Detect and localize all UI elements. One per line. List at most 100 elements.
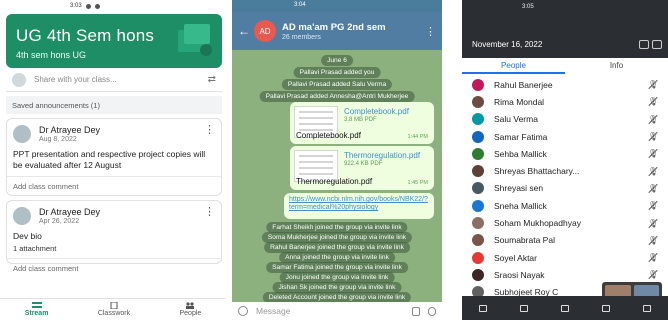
mic-muted-icon: 🎙: [647, 80, 659, 90]
mic-muted-icon: 🎙: [647, 132, 659, 142]
tab-people[interactable]: People: [180, 302, 201, 317]
tab-people[interactable]: People: [462, 58, 565, 74]
avatar: [472, 78, 484, 91]
participant-name: Shreyasi sen: [494, 183, 544, 194]
participant-row[interactable]: Sneha Mallick 🎙: [462, 197, 668, 214]
participant-name: Shreyas Bhattachary...: [494, 166, 580, 177]
mic-muted-icon: 🎙: [647, 183, 659, 193]
mic-muted-icon: 🎙: [647, 149, 659, 159]
avatar: [472, 130, 484, 143]
share-icon[interactable]: [639, 40, 649, 49]
attachment-count[interactable]: 1 attachment: [7, 244, 221, 258]
message-time: 1:44 PM: [407, 134, 428, 140]
participant-row[interactable]: Rima Mondal 🎙: [462, 93, 668, 110]
participant-row[interactable]: Soyel Aktar 🎙: [462, 249, 668, 266]
participant-name: Salu Verma: [494, 114, 538, 125]
tab-label: Classwork: [97, 310, 131, 317]
file-caption: Thermoregulation.pdf: [296, 177, 373, 186]
people-icon: [519, 304, 528, 312]
avatar: [472, 251, 484, 264]
attach-icon[interactable]: [412, 306, 420, 316]
group-name[interactable]: AD ma'am PG 2nd sem: [282, 22, 386, 33]
participant-row[interactable]: Sraosi Nayak 🎙: [462, 266, 668, 283]
participant-row[interactable]: Samar Fatima 🎙: [462, 128, 668, 145]
file-caption: Completebook.pdf: [296, 131, 361, 140]
emoji-icon[interactable]: [238, 306, 248, 316]
participant-row[interactable]: Soham Mukhopadhyay 🎙: [462, 214, 668, 231]
back-arrow-icon[interactable]: ←: [238, 24, 254, 38]
share-control[interactable]: [478, 304, 487, 312]
people-icon: [186, 302, 195, 309]
mic-muted-icon: 🎙: [647, 235, 659, 245]
status-bar: 3:03: [0, 0, 226, 10]
microphone-icon[interactable]: [428, 306, 436, 316]
tab-label: Stream: [24, 310, 49, 317]
message-input-bar[interactable]: Message: [232, 302, 442, 320]
participant-row[interactable]: Soumabrata Pal 🎙: [462, 232, 668, 249]
file-message[interactable]: Completebook.pdf 3.8 MB PDF Completebook…: [290, 102, 434, 144]
announcement-card[interactable]: Dr Atrayee Dey Aug 8, 2022 ⋮ PPT present…: [6, 118, 222, 196]
avatar: [472, 234, 484, 247]
mic-muted-icon: 🎙: [647, 166, 659, 176]
avatar: [472, 268, 484, 281]
saved-announcements[interactable]: Saved announcements (1): [6, 96, 222, 114]
chat-header: ← AD AD ma'am PG 2nd sem 26 members ⋮: [232, 12, 442, 50]
message-time: 1:45 PM: [407, 180, 428, 186]
participants-control[interactable]: [519, 304, 528, 312]
bottom-navigation: Stream Classwork People: [0, 298, 226, 320]
class-banner[interactable]: UG 4th Sem hons 4th sem hons UG: [6, 14, 222, 68]
meeting-header: 3:05 November 16, 2022: [462, 0, 668, 58]
participant-name: Sehba Mallick: [494, 148, 547, 159]
notification-icon: [94, 3, 100, 9]
tab-info[interactable]: Info: [565, 58, 668, 74]
participant-row[interactable]: Sehba Mallick 🎙: [462, 145, 668, 162]
participant-name: Rahul Banerjee: [494, 79, 553, 90]
share-with-class-input[interactable]: Share with your class... ⇄: [6, 68, 222, 92]
participant-row[interactable]: Shreyasi sen 🎙: [462, 180, 668, 197]
file-message[interactable]: Thermoregulation.pdf 922.4 KB PDF Thermo…: [290, 146, 434, 190]
file-name[interactable]: Completebook.pdf: [344, 107, 409, 116]
avatar: [472, 113, 484, 126]
stream-icon: [31, 302, 42, 308]
add-class-comment[interactable]: Add class comment: [7, 176, 221, 196]
link-message[interactable]: https://www.ncbi.nlm.nih.gov/books/NBK22…: [284, 193, 434, 219]
screenshot-collage: 3:03 UG 4th Sem hons 4th sem hons UG Sha…: [0, 0, 668, 320]
chat-icon: [560, 304, 569, 312]
apps-control[interactable]: [602, 304, 611, 312]
more-options-icon[interactable]: ⋮: [425, 25, 436, 38]
service-message: Pallavi Prasad added Salu Verma: [281, 79, 393, 90]
apps-icon: [602, 304, 611, 312]
mic-muted-icon: 🎙: [647, 97, 659, 107]
more-control[interactable]: [643, 304, 652, 312]
participant-row[interactable]: Salu Verma 🎙: [462, 111, 668, 128]
participant-row[interactable]: Rahul Banerjee 🎙: [462, 76, 668, 93]
participant-row[interactable]: Shreyas Bhattachary... 🎙: [462, 162, 668, 179]
mic-muted-icon: 🎙: [647, 218, 659, 228]
share-placeholder: Share with your class...: [34, 75, 117, 84]
mic-muted-icon: 🎙: [647, 201, 659, 211]
announcement-card[interactable]: Dr Atrayee Dey Apr 26, 2022 ⋮ Dev bio 1 …: [6, 200, 222, 273]
file-name[interactable]: Thermoregulation.pdf: [344, 151, 420, 160]
add-class-comment[interactable]: Add class comment: [7, 258, 221, 278]
message-input[interactable]: Message: [256, 306, 404, 316]
more-options-icon[interactable]: ⋮: [204, 125, 215, 143]
more-options-icon[interactable]: ⋮: [204, 207, 215, 225]
avatar: [472, 199, 484, 212]
avatar: [472, 165, 484, 178]
avatar: [472, 217, 484, 230]
settings-icon[interactable]: [652, 40, 662, 49]
tab-stream[interactable]: Stream: [24, 302, 49, 317]
participant-list: Rahul Banerjee 🎙 Rima Mondal 🎙 Salu Verma 🎙…: [462, 76, 668, 301]
repost-icon[interactable]: ⇄: [208, 74, 216, 85]
service-message: Pallavi Prasad added you: [293, 67, 381, 78]
avatar: [13, 125, 31, 143]
service-message: Pallavi Prasad added Annesha@Antri Mukhe…: [259, 91, 415, 102]
member-count: 26 members: [282, 33, 321, 41]
tab-classwork[interactable]: Classwork: [98, 302, 130, 317]
group-avatar[interactable]: AD: [254, 20, 276, 42]
classwork-icon: [110, 302, 118, 309]
chat-control[interactable]: [560, 304, 569, 312]
participant-name: Sraosi Nayak: [494, 269, 545, 280]
notification-icon: [85, 3, 91, 9]
post-text: Dev bio: [13, 231, 42, 241]
